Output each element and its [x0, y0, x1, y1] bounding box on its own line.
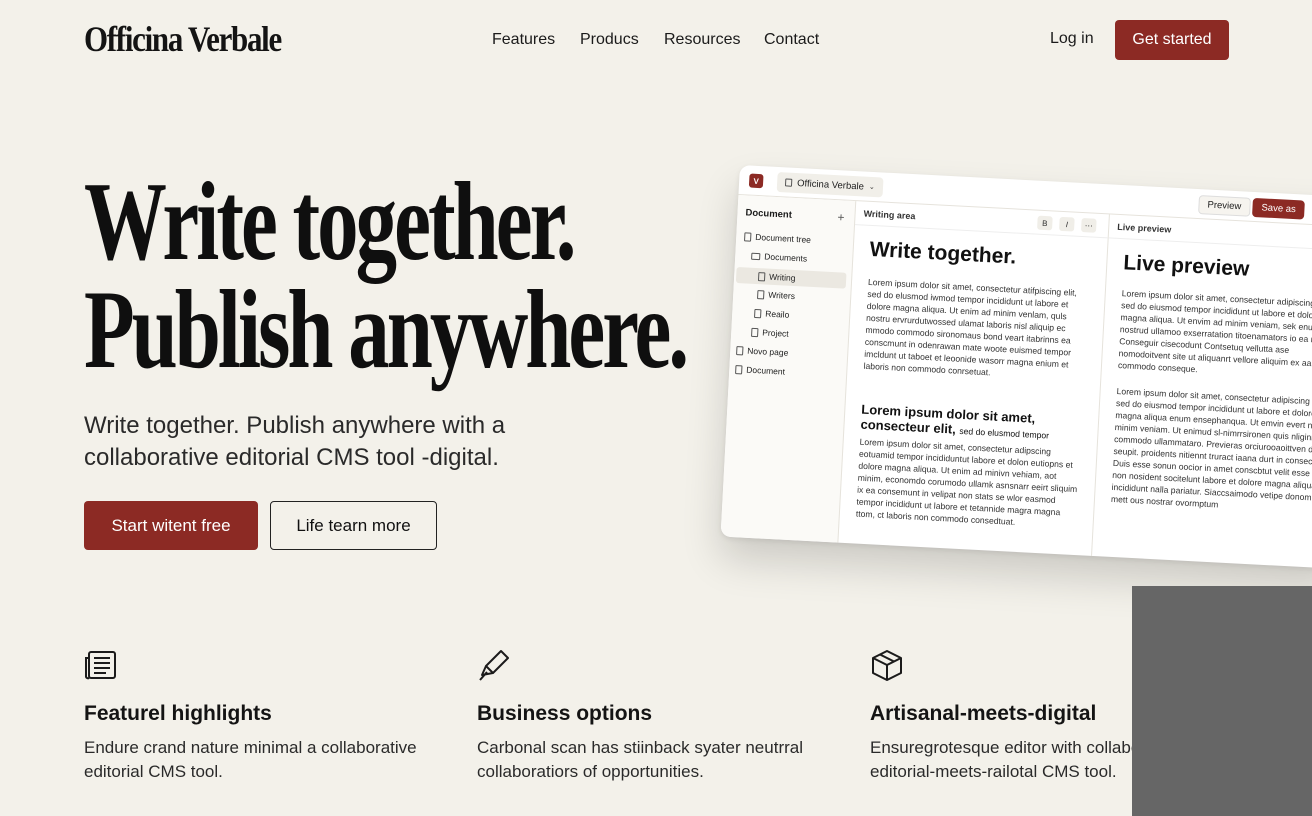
feature-title: Artisanal-meets-digital — [870, 702, 1097, 725]
tree-item-label: Novo page — [747, 345, 789, 358]
writing-pane-label: Writing area — [863, 208, 916, 222]
tree-item[interactable]: Novo page — [736, 345, 789, 358]
file-icon — [754, 308, 762, 318]
placeholder-block — [1132, 586, 1312, 816]
bold-button[interactable]: B — [1037, 215, 1053, 231]
tree-item-label: Document — [746, 364, 786, 377]
file-icon — [744, 231, 752, 242]
tree-item[interactable]: Writers — [757, 289, 795, 301]
tree-item[interactable]: Document tree — [744, 231, 812, 245]
feature-description: Ensuregrotesque editor with collaborativ… — [870, 736, 1132, 784]
preview-pane-label: Live preview — [1117, 221, 1172, 235]
hero-title: Write together. Publish anywhere. — [84, 160, 689, 392]
tree-item[interactable]: Document — [735, 364, 785, 377]
feature-description-text: Ensuregrotesque editor with collaborativ… — [870, 738, 1132, 781]
pen-nib-icon — [479, 650, 509, 681]
file-icon — [751, 327, 759, 337]
writing-paragraph-1: Lorem ipsum dolor sit amet, consectetur … — [863, 276, 1078, 378]
tree-item-label: Reailo — [764, 308, 790, 320]
feature-description: Carbonal scan has stiinback syater neutr… — [477, 738, 803, 781]
sidebar-title: Document — [745, 207, 793, 221]
box-icon — [872, 650, 902, 681]
file-icon — [757, 289, 765, 299]
nav-link-contact[interactable]: Contact — [764, 31, 819, 49]
newspaper-icon — [85, 651, 116, 680]
tree-item[interactable]: Reailo — [754, 308, 790, 320]
tree-item-label: Project — [762, 327, 789, 339]
nav-link-products[interactable]: Producs — [580, 31, 639, 49]
workspace-selector[interactable]: Officina Verbale ⌄ — [776, 171, 884, 198]
save-button[interactable]: Save as — [1251, 197, 1306, 220]
add-document-icon[interactable]: + — [837, 210, 845, 224]
hero-title-line-1: Write together. — [84, 160, 577, 284]
feature-description: Endure crand nature minimal a collaborat… — [84, 738, 417, 781]
more-options-icon[interactable]: ⋯ — [1080, 217, 1097, 233]
document-icon — [784, 178, 793, 187]
learn-more-button[interactable]: Life tearn more — [270, 501, 437, 550]
get-started-button[interactable]: Get started — [1115, 20, 1229, 60]
document-sidebar: Document + Document tree Documents Writi… — [720, 194, 857, 543]
tree-item[interactable]: Documents — [751, 251, 807, 264]
writing-subheading-tail: sed do elusmod tempor — [959, 425, 1050, 441]
tree-item-label: Writing — [768, 271, 796, 284]
nav-link-features[interactable]: Features — [492, 31, 555, 49]
app-window: V Officina Verbale ⌄ Preview Save as Doc… — [720, 165, 1312, 569]
tree-item[interactable]: Project — [751, 327, 789, 339]
workspace-name: Officina Verbale — [796, 177, 865, 193]
chevron-down-icon: ⌄ — [868, 183, 875, 192]
tree-item-label: Documents — [763, 251, 808, 264]
hero-subtitle: Write together. Publish anywhere with a … — [84, 412, 506, 471]
preview-button[interactable]: Preview — [1198, 195, 1251, 217]
top-navigation: Officina Verbale Features Producs Resour… — [0, 0, 1312, 80]
start-free-button[interactable]: Start witent free — [84, 501, 258, 550]
preview-paragraph-2: Lorem ipsum dolor sit amet, consectetur … — [1110, 386, 1312, 510]
tree-item-label: Document tree — [754, 231, 812, 245]
feature-title: Business options — [477, 702, 653, 725]
file-icon — [736, 345, 744, 355]
live-preview-pane: Live preview Live preview Lorem ipsum do… — [1092, 214, 1312, 569]
italic-button[interactable]: I — [1058, 216, 1075, 232]
tree-item-label: Writers — [767, 289, 796, 302]
nav-link-resources[interactable]: Resources — [664, 31, 740, 49]
writing-paragraph-2: Lorem ipsum dolor sit amet, consectetur … — [855, 436, 1078, 527]
hero-title-line-2: Publish anywhere. — [84, 268, 689, 392]
tree-item-active[interactable]: Writing — [735, 266, 847, 289]
file-icon — [757, 271, 766, 281]
brand-logo[interactable]: Officina Verbale — [84, 18, 282, 60]
writing-pane[interactable]: Writing area B I ⋯ Write together. Lorem… — [838, 201, 1110, 556]
preview-paragraph-1: Lorem ipsum dolor sit amet, consectetur … — [1117, 288, 1312, 375]
app-mockup: V Officina Verbale ⌄ Preview Save as Doc… — [720, 165, 1312, 569]
writing-heading: Write together. — [869, 237, 1017, 269]
login-link[interactable]: Log in — [1050, 30, 1094, 48]
preview-heading: Live preview — [1122, 251, 1250, 281]
app-logo-icon: V — [748, 173, 764, 189]
folder-icon — [751, 252, 761, 260]
file-icon — [735, 364, 743, 374]
feature-title: Featurel highlights — [84, 702, 272, 725]
